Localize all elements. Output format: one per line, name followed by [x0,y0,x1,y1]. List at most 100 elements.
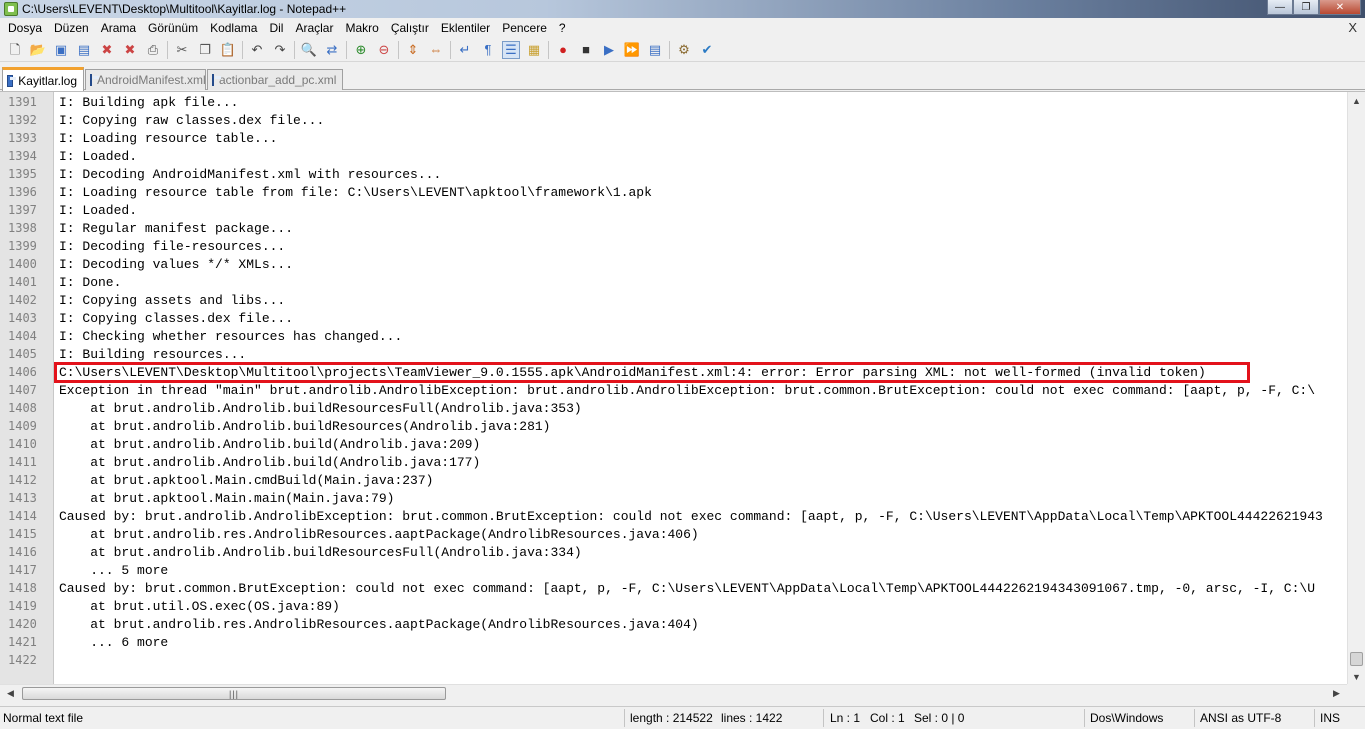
menu-araclar[interactable]: Araçlar [291,21,337,35]
run-icon[interactable]: ⚙ [675,41,693,59]
editor-line: 1414 Caused by: brut.androlib.AndrolibExc… [0,507,1345,525]
restore-button[interactable]: ❐ [1293,0,1319,15]
editor-line: 1412 at brut.apktool.Main.cmdBuild(Main.… [0,471,1345,489]
line-text: ... 5 more [59,562,169,578]
macro-play-icon[interactable]: ▶ [600,41,618,59]
zoom-out-icon[interactable]: ⊖ [375,41,393,59]
editor-line: 1408 at brut.androlib.Androlib.buildReso… [0,399,1345,417]
spell-check-icon[interactable]: ✔ [698,41,716,59]
save-icon[interactable]: ▣ [52,41,70,59]
scroll-left-arrow-icon[interactable]: ◀ [2,685,19,702]
scrollbar-corner [1347,684,1365,701]
line-text: I: Loading resource table... [59,130,278,146]
line-text: at brut.androlib.res.AndrolibResources.a… [59,616,699,632]
horizontal-scrollbar[interactable]: ◀ ||| ▶ [0,684,1347,701]
menu-bar: Dosya Düzen Arama Görünüm Kodlama Dil Ar… [0,18,1365,38]
editor-line: 1407 Exception in thread "main" brut.andr… [0,381,1345,399]
menu-duzen[interactable]: Düzen [50,21,93,35]
close-all-icon[interactable]: ✖ [121,41,139,59]
line-text: I: Regular manifest package... [59,220,294,236]
tab-kayitlar-log[interactable]: Kayitlar.log [2,67,84,91]
line-number: 1401 [8,275,37,289]
menu-eklentiler[interactable]: Eklentiler [437,21,494,35]
line-number: 1413 [8,491,37,505]
tab-label: actionbar_add_pc.xml [219,73,337,87]
sync-vertical-icon[interactable]: ⇕ [404,41,422,59]
copy-icon[interactable]: ❐ [196,41,214,59]
close-document-button[interactable]: X [1348,20,1357,35]
line-number: 1402 [8,293,37,307]
close-file-icon[interactable]: ✖ [98,41,116,59]
scroll-down-arrow-icon[interactable]: ▼ [1348,668,1365,684]
replace-icon[interactable]: ⇄ [323,41,341,59]
open-file-icon[interactable]: 📂 [29,41,47,59]
line-number: 1412 [8,473,37,487]
new-file-icon[interactable]: 🗋 [6,41,24,59]
undo-icon[interactable]: ↶ [248,41,266,59]
cut-icon[interactable]: ✂ [173,41,191,59]
line-text: I: Copying raw classes.dex file... [59,112,325,128]
line-text: I: Building apk file... [59,94,239,110]
minimize-button[interactable]: — [1267,0,1293,15]
editor-line: 1395 I: Decoding AndroidManifest.xml with… [0,165,1345,183]
tab-androidmanifest-xml[interactable]: AndroidManifest.xml [85,69,206,90]
line-number: 1396 [8,185,37,199]
window-title: C:\Users\LEVENT\Desktop\Multitool\Kayitl… [22,2,347,16]
menu-dil[interactable]: Dil [265,21,287,35]
editor-line: 1415 at brut.androlib.res.AndrolibResour… [0,525,1345,543]
scroll-right-arrow-icon[interactable]: ▶ [1328,685,1345,702]
toolbar-separator [398,40,399,59]
show-all-characters-icon[interactable]: ¶ [479,41,497,59]
editor-line: 1403 I: Copying classes.dex file... [0,309,1345,327]
line-text: I: Done. [59,274,122,290]
line-number: 1391 [8,95,37,109]
line-number: 1420 [8,617,37,631]
paste-icon[interactable]: 📋 [219,41,237,59]
editor-line: 1393 I: Loading resource table... [0,129,1345,147]
menu-makro[interactable]: Makro [341,21,382,35]
print-icon[interactable]: ⎙ [144,41,162,59]
macro-save-icon[interactable]: ▤ [646,41,664,59]
tab-actionbar-add-pc-xml[interactable]: actionbar_add_pc.xml [207,69,343,90]
error-highlight-box [54,362,1250,383]
line-text: Caused by: brut.androlib.AndrolibExcepti… [59,508,1323,524]
editor-line: 1411 at brut.androlib.Androlib.build(And… [0,453,1345,471]
macro-record-icon[interactable]: ● [554,41,572,59]
menu-calistir[interactable]: Çalıştır [387,21,433,35]
find-icon[interactable]: 🔍 [300,41,318,59]
macro-stop-icon[interactable]: ■ [577,41,595,59]
line-number: 1411 [8,455,37,469]
editor-area[interactable]: 1391 I: Building apk file... 1392 I: Copyin… [0,91,1365,684]
redo-icon[interactable]: ↷ [271,41,289,59]
sync-horizontal-icon[interactable]: ⇔ [427,41,445,59]
editor-line: 1419 at brut.util.OS.exec(OS.java:89) [0,597,1345,615]
notepad-plus-plus-icon [4,2,18,16]
toolbar-separator [294,40,295,59]
line-number: 1419 [8,599,37,613]
line-number: 1393 [8,131,37,145]
vertical-scrollbar[interactable]: ▲ ▼ [1347,92,1365,684]
menu-kodlama[interactable]: Kodlama [206,21,261,35]
editor-line: 1392 I: Copying raw classes.dex file... [0,111,1345,129]
macro-play-multiple-icon[interactable]: ⏩ [623,41,641,59]
language-udl-icon[interactable]: ▦ [525,41,543,59]
line-number: 1404 [8,329,37,343]
word-wrap-icon[interactable]: ↵ [456,41,474,59]
zoom-in-icon[interactable]: ⊕ [352,41,370,59]
close-window-button[interactable]: ✕ [1319,0,1361,15]
menu-pencere[interactable]: Pencere [498,21,551,35]
menu-arama[interactable]: Arama [97,21,140,35]
line-number: 1398 [8,221,37,235]
scroll-up-arrow-icon[interactable]: ▲ [1348,92,1365,109]
menu-gorunum[interactable]: Görünüm [144,21,202,35]
menu-dosya[interactable]: Dosya [4,21,46,35]
line-number: 1408 [8,401,37,415]
editor-line: 1418 Caused by: brut.common.BrutException… [0,579,1345,597]
indent-guide-icon[interactable]: ☰ [502,40,520,59]
line-text: I: Building resources... [59,346,247,362]
menu-help[interactable]: ? [555,21,570,35]
save-all-icon[interactable]: ▤ [75,41,93,59]
toolbar: 🗋 📂 ▣ ▤ ✖ ✖ ⎙ ✂ ❐ 📋 ↶ ↷ 🔍 ⇄ ⊕ ⊖ ⇕ ⇔ ↵ ¶ ☰ ▦ ● ■ ▶ ⏩ ▤ ⚙ ✔ [0,38,1365,62]
vertical-scroll-thumb[interactable] [1350,652,1363,666]
horizontal-scroll-thumb[interactable]: ||| [22,687,446,700]
